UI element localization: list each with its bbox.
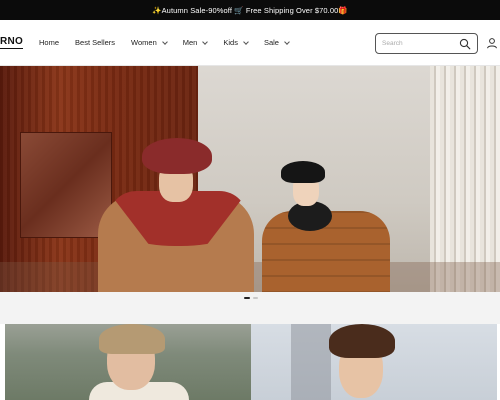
hero-curtain: [430, 66, 500, 292]
search-input[interactable]: [382, 36, 460, 51]
nav-item-home[interactable]: Home: [39, 38, 59, 47]
hero-banner[interactable]: [0, 66, 500, 292]
nav-item-label: Women: [131, 38, 157, 47]
search-icon[interactable]: [459, 38, 471, 50]
chevron-down-icon: [243, 38, 249, 45]
nav-item-label: Best Sellers: [75, 38, 116, 47]
chevron-down-icon: [284, 38, 290, 45]
nav-item-label: Sale: [263, 38, 279, 47]
category-card-right[interactable]: [251, 324, 497, 400]
nav-item-best-sellers[interactable]: Best Sellers: [75, 38, 115, 47]
nav-item-label: Men: [182, 38, 198, 47]
nav-item-women[interactable]: Women: [131, 38, 168, 47]
carousel-dots: [244, 297, 258, 299]
site-logo[interactable]: RNO: [0, 37, 24, 49]
nav-item-label: Kids: [223, 38, 238, 47]
carousel-dot[interactable]: [253, 297, 258, 299]
site-header: RNO Home Best Sellers Women Men Kids Sal…: [0, 20, 500, 66]
user-icon[interactable]: [486, 37, 498, 49]
main-nav: Home Best Sellers Women Men Kids Sale: [39, 38, 305, 47]
chevron-down-icon: [161, 38, 168, 45]
carousel-dot-active[interactable]: [244, 297, 250, 299]
announcement-bar: ✨Autumn Sale-90%off 🛒 Free Shipping Over…: [0, 0, 500, 20]
announcement-text: ✨Autumn Sale-90%off 🛒 Free Shipping Over…: [152, 5, 348, 15]
nav-item-label: Home: [39, 38, 60, 47]
model-2-beret: [281, 161, 325, 183]
nav-item-men[interactable]: Men: [182, 38, 209, 47]
hero-relief-panel: [20, 132, 112, 238]
model-1-beret: [142, 138, 212, 174]
search-box: [375, 33, 478, 54]
category-card-left[interactable]: [5, 324, 251, 400]
chevron-down-icon: [202, 38, 209, 45]
nav-item-kids[interactable]: Kids: [223, 38, 249, 47]
nav-item-sale[interactable]: Sale: [263, 38, 290, 47]
